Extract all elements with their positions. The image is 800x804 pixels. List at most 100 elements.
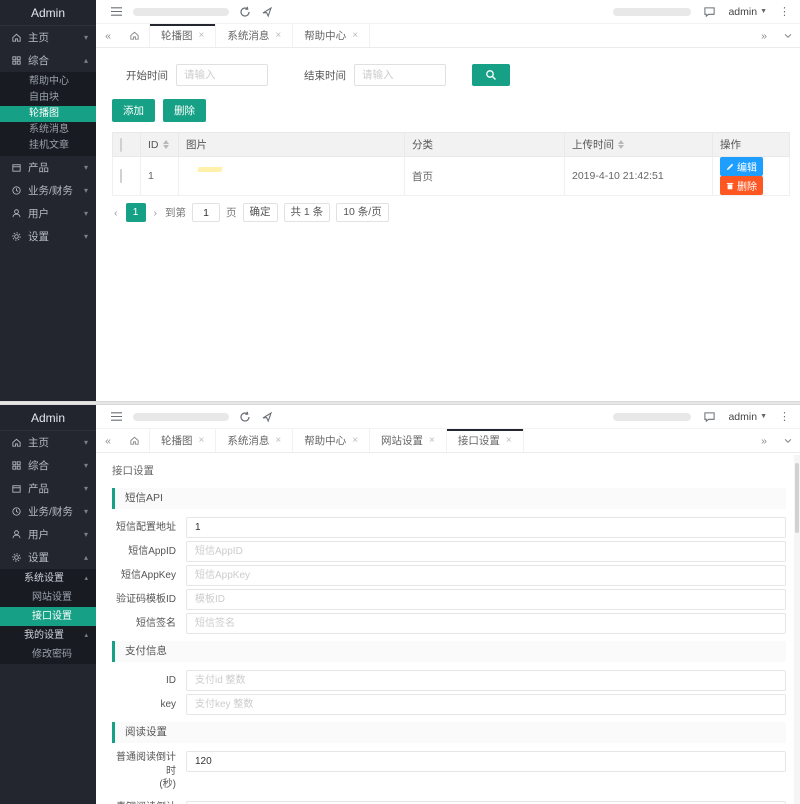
close-icon[interactable]: × [352, 435, 358, 446]
menu-icon[interactable] [110, 411, 123, 422]
tabs-collapse-left[interactable]: « [96, 24, 120, 47]
read-normal-input[interactable] [186, 751, 786, 772]
user-icon [11, 529, 22, 540]
more-options-icon[interactable]: ⋮ [779, 410, 790, 423]
sms-config-url-input[interactable] [186, 517, 786, 538]
sidebar-item-product[interactable]: 产品 ▾ [0, 477, 96, 500]
sidebar-item-user[interactable]: 用户 ▾ [0, 202, 96, 225]
user-menu[interactable]: admin ▼ [728, 411, 767, 423]
sort-icon[interactable] [163, 140, 169, 149]
sidebar-item-product[interactable]: 产品 ▾ [0, 156, 96, 179]
carousel-page-content: 开始时间 结束时间 添加 删除 ID 图片 分类 上传时间 [96, 48, 800, 401]
sidebar-item-system-settings[interactable]: 系统设置 ▴ [0, 569, 96, 588]
search-button[interactable] [472, 64, 510, 86]
select-all-checkbox[interactable] [120, 138, 122, 152]
sidebar-item-change-password[interactable]: 修改密码 [0, 645, 96, 664]
close-icon[interactable]: × [429, 435, 435, 446]
edit-button[interactable]: 编辑 [720, 157, 763, 176]
tab-bar: « 轮播图× 系统消息× 帮助中心× » [96, 24, 800, 48]
gear-icon [11, 231, 22, 242]
tab-help-center[interactable]: 帮助中心× [293, 429, 370, 452]
sidebar-item-site-settings[interactable]: 网站设置 [0, 588, 96, 607]
row-delete-button[interactable]: 删除 [720, 176, 763, 195]
share-icon[interactable] [261, 411, 273, 423]
start-time-input[interactable] [176, 64, 268, 86]
sidebar-item-help-center[interactable]: 帮助中心 [0, 74, 96, 90]
pay-key-input[interactable] [186, 694, 786, 715]
section-payment-info: 支付信息 [112, 641, 786, 662]
menu-icon[interactable] [110, 6, 123, 17]
sidebar-item-interface-settings[interactable]: 接口设置 [0, 607, 96, 626]
goto-confirm-button[interactable]: 确定 [243, 203, 278, 222]
delete-button[interactable]: 删除 [163, 99, 206, 122]
goto-page-input[interactable] [192, 203, 220, 222]
field-label: 短信AppKey [112, 569, 186, 583]
share-icon[interactable] [261, 6, 273, 18]
read-bronze-input[interactable] [186, 801, 786, 804]
toolbar: 添加 删除 [112, 99, 790, 122]
sidebar-item-business[interactable]: 业务/财务 ▾ [0, 179, 96, 202]
sidebar-item-settings[interactable]: 设置 ▴ [0, 546, 96, 569]
next-page-icon[interactable]: › [152, 207, 160, 219]
chat-icon[interactable] [703, 411, 716, 423]
redacted-url [133, 8, 229, 16]
sidebar-item-my-settings[interactable]: 我的设置 ▴ [0, 626, 96, 645]
sidebar-item-user[interactable]: 用户 ▾ [0, 523, 96, 546]
sidebar-item-home[interactable]: 主页 ▾ [0, 431, 96, 454]
close-icon[interactable]: × [352, 30, 358, 41]
sms-template-id-input[interactable] [186, 589, 786, 610]
tabs-scroll-right[interactable]: » [752, 24, 776, 47]
pay-id-input[interactable] [186, 670, 786, 691]
sidebar-item-home[interactable]: 主页 ▾ [0, 26, 96, 49]
scrollbar-thumb[interactable] [795, 463, 799, 533]
sidebar-item-general[interactable]: 综合 ▾ [0, 454, 96, 477]
chat-icon[interactable] [703, 6, 716, 18]
current-page[interactable]: 1 [126, 203, 146, 222]
sort-icon[interactable] [618, 140, 624, 149]
sidebar-item-business[interactable]: 业务/财务 ▾ [0, 500, 96, 523]
sidebar-item-system-message[interactable]: 系统消息 [0, 122, 96, 138]
chevron-down-icon: ▾ [84, 507, 88, 516]
user-icon [11, 208, 22, 219]
tab-interface-settings[interactable]: 接口设置× [447, 429, 524, 452]
tab-help-center[interactable]: 帮助中心× [293, 24, 370, 47]
sidebar-item-idle-articles[interactable]: 挂机文章 [0, 138, 96, 154]
refresh-icon[interactable] [239, 6, 251, 18]
refresh-icon[interactable] [239, 411, 251, 423]
tab-system-message[interactable]: 系统消息× [216, 429, 293, 452]
tab-system-message[interactable]: 系统消息× [216, 24, 293, 47]
more-options-icon[interactable]: ⋮ [779, 5, 790, 18]
per-page-select[interactable]: 10 条/页 [336, 203, 389, 222]
tab-home[interactable] [120, 24, 150, 47]
table-header-row: ID 图片 分类 上传时间 操作 [113, 133, 790, 157]
scrollbar[interactable] [794, 455, 800, 804]
start-time-label: 开始时间 [126, 68, 168, 83]
page-title: 接口设置 [112, 463, 786, 478]
user-menu[interactable]: admin ▼ [728, 6, 767, 18]
close-icon[interactable]: × [275, 30, 281, 41]
tab-home[interactable] [120, 429, 150, 452]
sidebar-item-free-block[interactable]: 自由块 [0, 90, 96, 106]
add-button[interactable]: 添加 [112, 99, 155, 122]
close-icon[interactable]: × [199, 435, 205, 446]
close-icon[interactable]: × [199, 30, 205, 41]
sidebar-item-carousel[interactable]: 轮播图 [0, 106, 96, 122]
end-time-input[interactable] [354, 64, 446, 86]
sms-appid-input[interactable] [186, 541, 786, 562]
prev-page-icon[interactable]: ‹ [112, 207, 120, 219]
sms-appkey-input[interactable] [186, 565, 786, 586]
sidebar-item-general[interactable]: 综合 ▴ [0, 49, 96, 72]
tab-site-settings[interactable]: 网站设置× [370, 429, 447, 452]
sidebar-item-settings[interactable]: 设置 ▾ [0, 225, 96, 248]
tabs-menu-icon[interactable] [776, 429, 800, 452]
tabs-menu-icon[interactable] [776, 24, 800, 47]
close-icon[interactable]: × [506, 435, 512, 446]
close-icon[interactable]: × [275, 435, 281, 446]
tabs-collapse-left[interactable]: « [96, 429, 120, 452]
tab-carousel[interactable]: 轮播图× [150, 24, 216, 47]
row-checkbox[interactable] [120, 169, 122, 183]
table-row: 1 首页 2019-4-10 21:42:51 编辑删除 [113, 157, 790, 196]
sms-signature-input[interactable] [186, 613, 786, 634]
tabs-scroll-right[interactable]: » [752, 429, 776, 452]
tab-carousel[interactable]: 轮播图× [150, 429, 216, 452]
